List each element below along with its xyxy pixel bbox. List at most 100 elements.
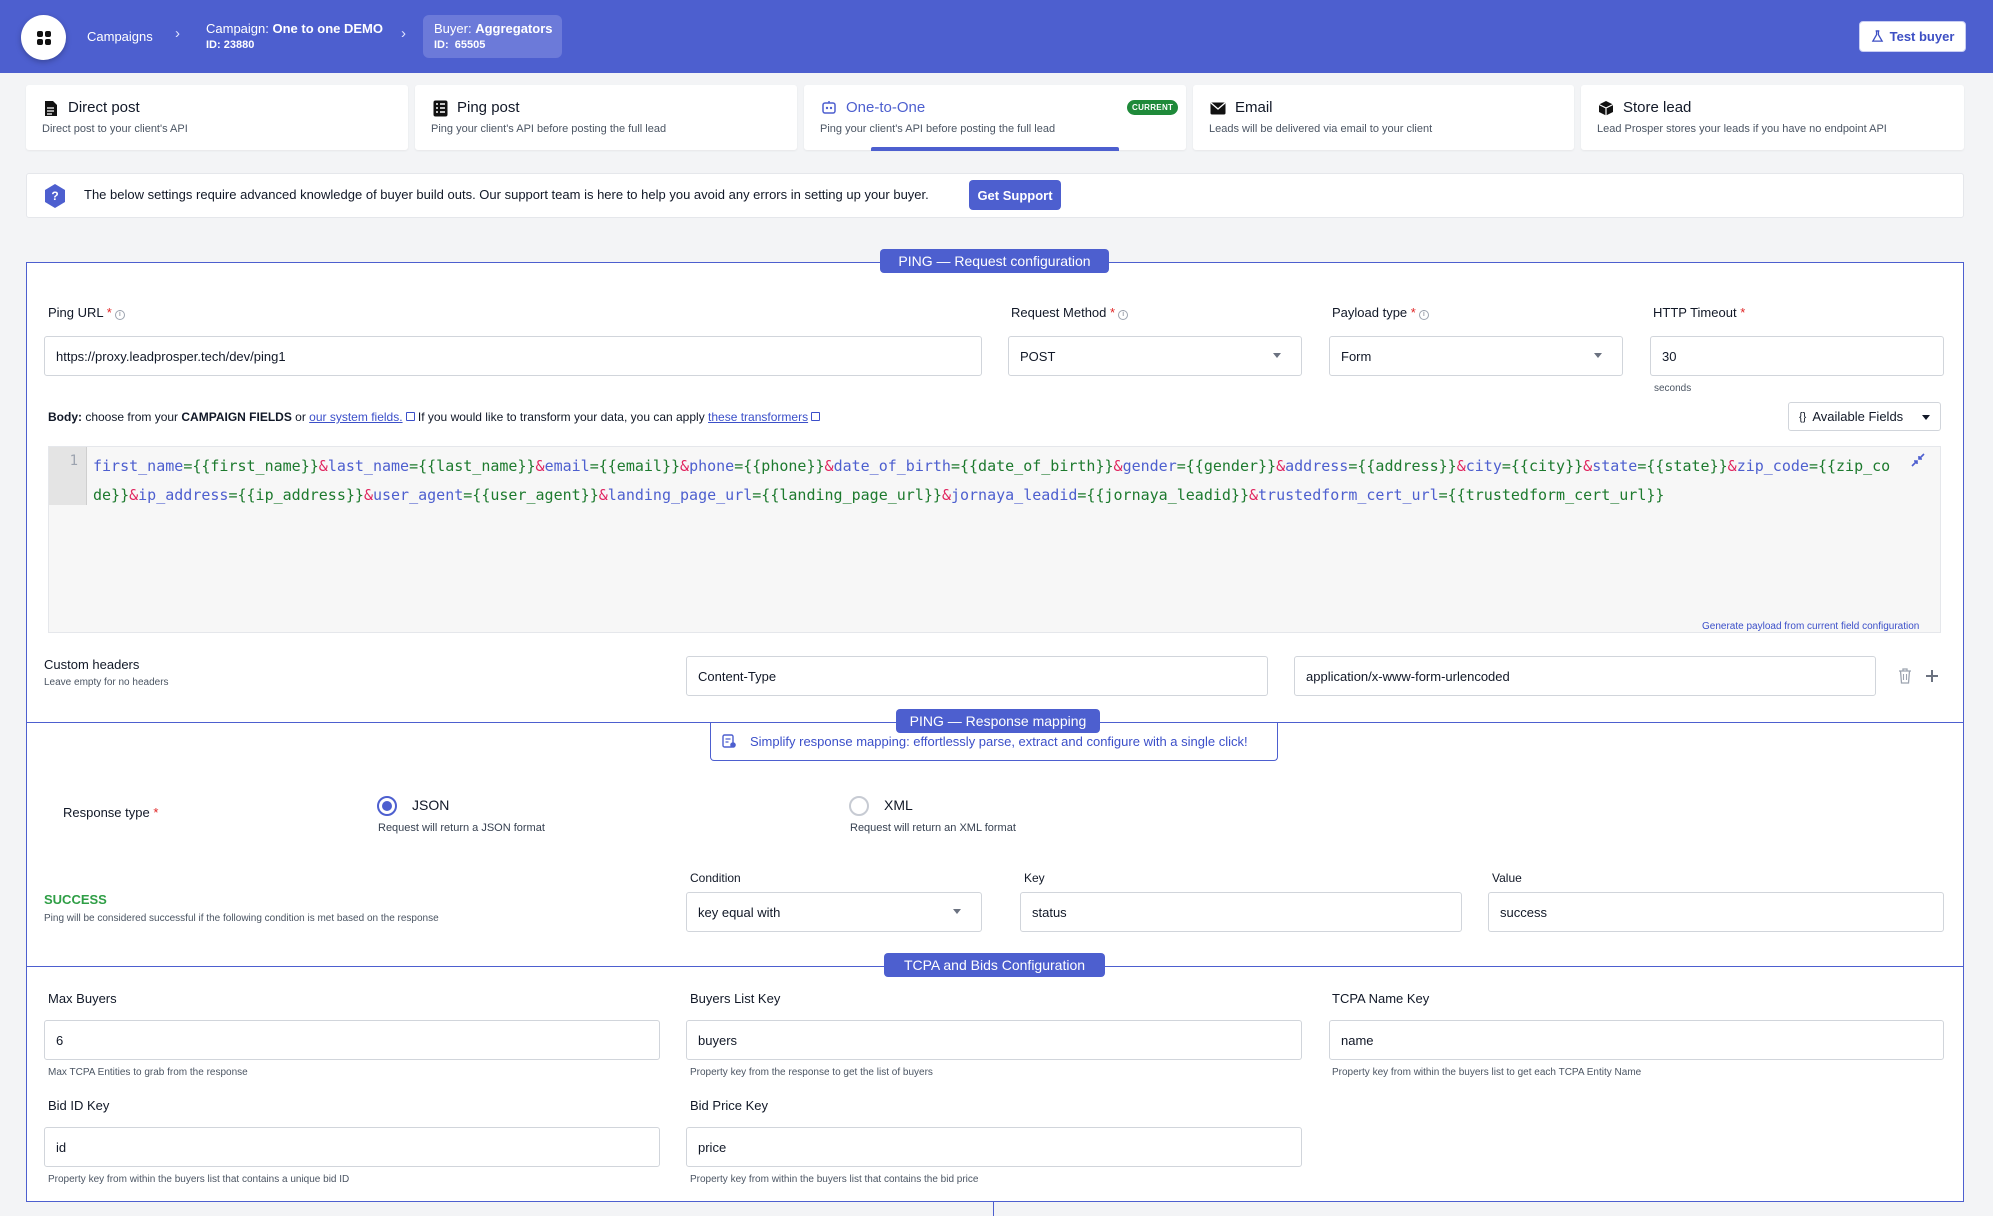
request-method-select[interactable]: POST xyxy=(1008,336,1302,376)
external-link-icon xyxy=(405,412,415,421)
bid-id-key-value: id xyxy=(56,1139,67,1155)
test-buyer-button[interactable]: Test buyer xyxy=(1859,21,1966,52)
question-hexagon-icon: ? xyxy=(45,184,65,208)
code-value-token: ={{user_agent}} xyxy=(463,486,599,504)
payload-type-label: Payload type * i xyxy=(1332,305,1429,320)
condition-value: key equal with xyxy=(698,904,781,920)
generate-payload-link[interactable]: Generate payload from current field conf… xyxy=(1702,621,1919,632)
magic-document-icon xyxy=(722,734,736,748)
transformers-link[interactable]: these transformers xyxy=(708,410,808,424)
ampersand-token: & xyxy=(363,486,373,504)
tcpa-name-key-value: name xyxy=(1341,1032,1374,1048)
xml-label[interactable]: XML xyxy=(884,797,913,813)
max-buyers-help: Max TCPA Entities to grab from the respo… xyxy=(48,1067,248,1078)
tab-email[interactable]: Email Leads will be delivered via email … xyxy=(1193,85,1574,150)
required-marker: * xyxy=(106,305,112,320)
get-support-button[interactable]: Get Support xyxy=(969,180,1061,210)
info-icon[interactable]: i xyxy=(1118,310,1129,320)
current-badge: CURRENT xyxy=(1127,100,1179,115)
required-marker: * xyxy=(153,805,159,820)
json-radio[interactable] xyxy=(377,796,397,816)
tab-one-to-one[interactable]: One-to-One Ping your client's API before… xyxy=(804,85,1186,151)
key-label: Key xyxy=(1024,871,1045,885)
available-fields-dropdown[interactable]: {} Available Fields xyxy=(1788,402,1941,431)
tab-store-lead[interactable]: Store lead Lead Prosper stores your lead… xyxy=(1581,85,1964,150)
bid-price-key-input[interactable]: price xyxy=(686,1127,1302,1167)
breadcrumb-buyer[interactable]: Buyer: Aggregators ID: 65505 xyxy=(434,21,552,51)
payload-type-select[interactable]: Form xyxy=(1329,336,1623,376)
code-key-token: landing_page_url xyxy=(607,486,753,504)
tab-ping-post[interactable]: Ping post Ping your client's API before … xyxy=(415,85,797,150)
body-code-content[interactable]: first_name={{first_name}}&last_name={{la… xyxy=(93,452,1893,510)
ampersand-token: & xyxy=(598,486,608,504)
breadcrumb-campaigns[interactable]: Campaigns xyxy=(87,29,153,44)
success-value-value: success xyxy=(1500,904,1547,920)
bid-id-key-label: Bid ID Key xyxy=(48,1098,110,1113)
info-icon[interactable]: i xyxy=(1418,310,1429,320)
json-desc: Request will return a JSON format xyxy=(378,822,545,834)
breadcrumb-campaign-name: One to one DEMO xyxy=(272,21,383,36)
code-value-token: ={{last_name}} xyxy=(409,457,536,475)
request-method-value: POST xyxy=(1020,348,1056,364)
code-key-token: phone xyxy=(689,457,735,475)
bid-price-key-help: Property key from within the buyers list… xyxy=(690,1174,979,1185)
body-text-2: or xyxy=(291,410,310,424)
response-type-label-text: Response type xyxy=(63,805,150,820)
code-key-token: email xyxy=(544,457,590,475)
ping-url-input[interactable]: https://proxy.leadprosper.tech/dev/ping1 xyxy=(44,336,982,376)
code-value-token: ={{gender}} xyxy=(1176,457,1277,475)
ampersand-token: & xyxy=(1249,486,1259,504)
success-key-value: status xyxy=(1032,904,1067,920)
ping-url-label: Ping URL * i xyxy=(48,305,125,320)
ping-response-title: PING — Response mapping xyxy=(896,709,1100,733)
code-key-token: jornaya_leadid xyxy=(950,486,1078,504)
breadcrumb-campaign[interactable]: Campaign: One to one DEMO ID: 23880 xyxy=(206,21,383,51)
json-label[interactable]: JSON xyxy=(412,797,449,813)
bid-price-key-value: price xyxy=(698,1139,727,1155)
tab-direct-post[interactable]: Direct post Direct post to your client's… xyxy=(26,85,408,150)
notice-text: The below settings require advanced know… xyxy=(84,187,929,202)
buyers-list-key-input[interactable]: buyers xyxy=(686,1020,1302,1060)
success-value-input[interactable]: success xyxy=(1488,892,1944,932)
info-icon[interactable]: i xyxy=(114,310,125,320)
required-marker: * xyxy=(1410,305,1416,320)
body-code-editor[interactable]: 1 first_name={{first_name}}&last_name={{… xyxy=(48,446,1941,633)
tcpa-name-key-help: Property key from within the buyers list… xyxy=(1332,1067,1642,1078)
required-marker: * xyxy=(1110,305,1116,320)
chevron-down-icon xyxy=(953,909,961,914)
code-value-token: ={{address}} xyxy=(1348,457,1457,475)
apps-menu-button[interactable] xyxy=(21,15,66,60)
ampersand-token: & xyxy=(824,457,834,475)
active-tab-indicator xyxy=(871,147,1119,151)
tab-direct-post-desc: Direct post to your client's API xyxy=(42,123,188,135)
code-value-token: ={{ip_address}} xyxy=(228,486,364,504)
code-value-token: ={{first_name}} xyxy=(183,457,319,475)
tab-email-title: Email xyxy=(1235,99,1273,116)
tab-one-to-one-desc: Ping your client's API before posting th… xyxy=(820,123,1056,135)
header-name-input[interactable]: Content-Type xyxy=(686,656,1268,696)
header-value-input[interactable]: application/x-www-form-urlencoded xyxy=(1294,656,1876,696)
tab-email-desc: Leads will be delivered via email to you… xyxy=(1209,123,1433,135)
breadcrumb-buyer-id: ID: 65505 xyxy=(434,39,486,51)
code-value-token: ={{landing_page_url}} xyxy=(752,486,942,504)
xml-radio[interactable] xyxy=(849,796,869,816)
breadcrumb-campaign-prefix: Campaign: xyxy=(206,21,273,36)
system-fields-link[interactable]: our system fields. xyxy=(309,410,402,424)
success-help: Ping will be considered successful if th… xyxy=(44,913,439,924)
chevron-down-icon xyxy=(1273,353,1281,358)
http-timeout-unit: seconds xyxy=(1654,383,1692,394)
body-text-3: If you would like to transform your data… xyxy=(414,410,709,424)
plus-icon[interactable] xyxy=(1925,669,1939,683)
http-timeout-input[interactable]: 30 xyxy=(1650,336,1944,376)
trash-icon[interactable] xyxy=(1898,668,1912,684)
code-value-token: ={{state}} xyxy=(1637,457,1728,475)
success-key-input[interactable]: status xyxy=(1020,892,1462,932)
tcpa-name-key-input[interactable]: name xyxy=(1329,1020,1944,1060)
ping-url-label-text: Ping URL xyxy=(48,305,104,320)
max-buyers-input[interactable]: 6 xyxy=(44,1020,660,1060)
bid-id-key-help: Property key from within the buyers list… xyxy=(48,1174,350,1185)
bid-id-key-input[interactable]: id xyxy=(44,1127,660,1167)
tab-ping-post-desc: Ping your client's API before posting th… xyxy=(431,123,667,135)
collapse-icon[interactable] xyxy=(1910,452,1926,468)
condition-select[interactable]: key equal with xyxy=(686,892,982,932)
